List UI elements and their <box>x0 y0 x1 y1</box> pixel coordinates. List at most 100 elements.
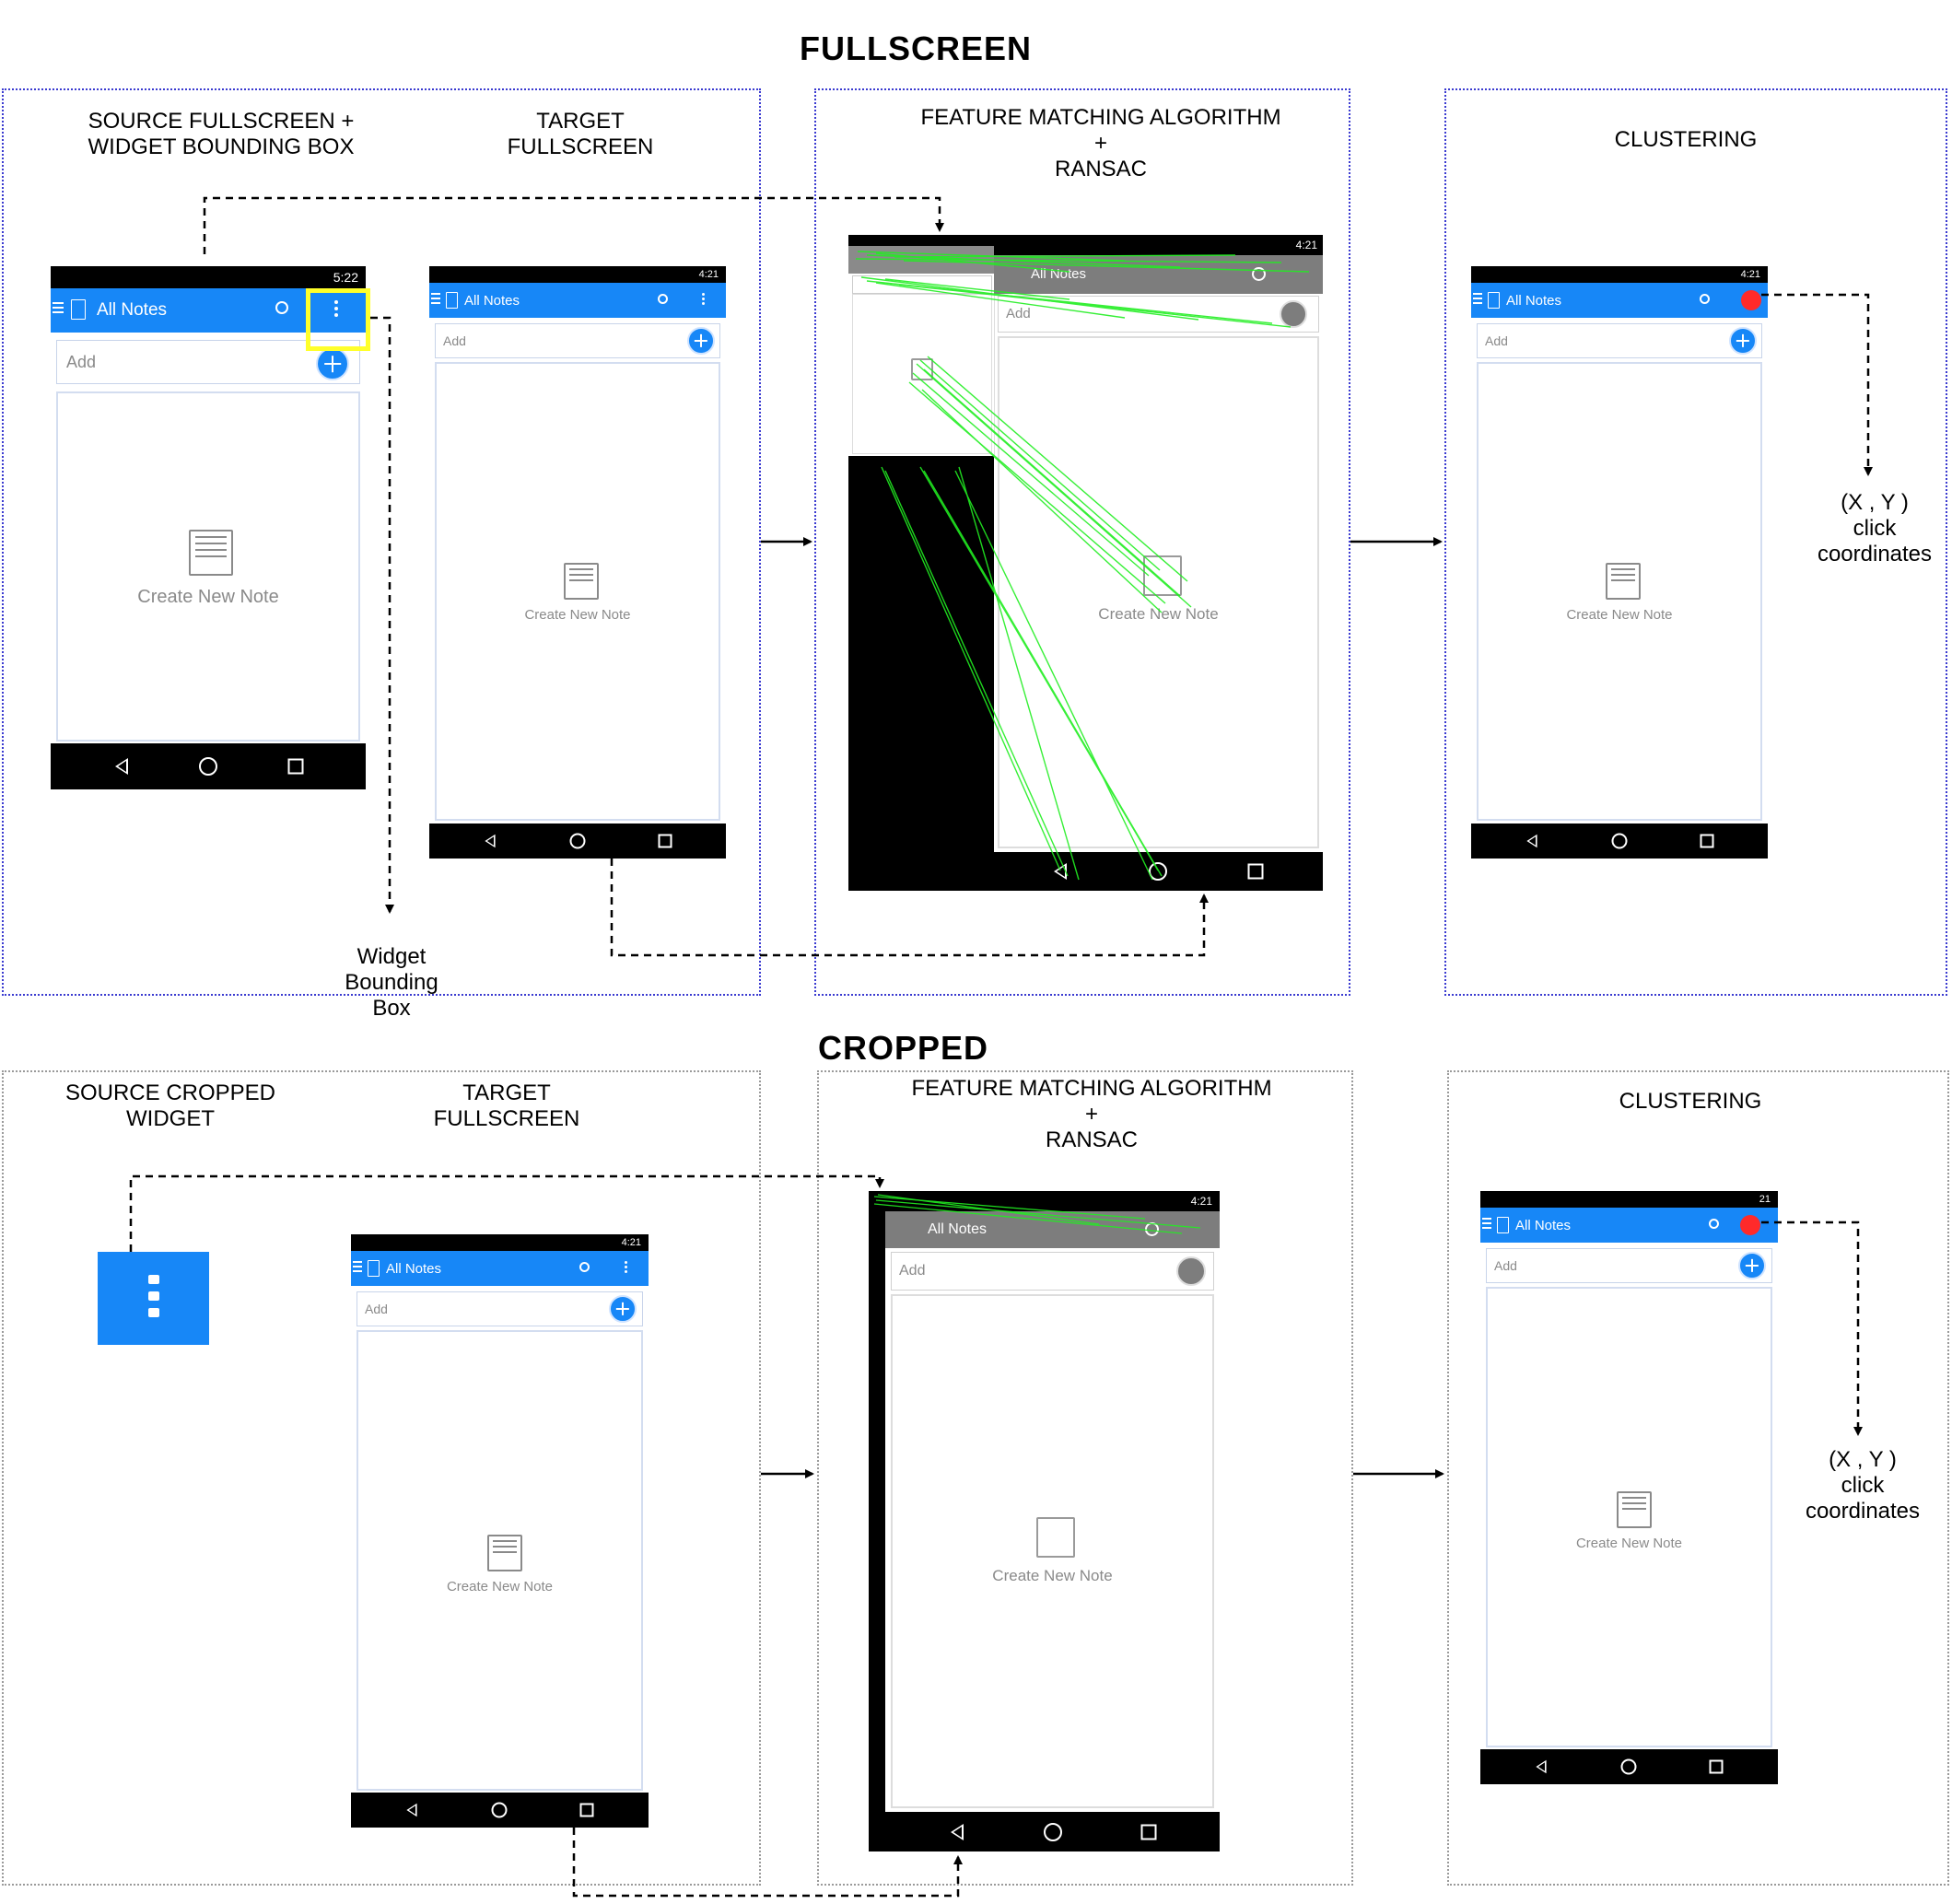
fullscreen-title: FULLSCREEN <box>800 29 1032 67</box>
cropped-widget-image <box>98 1252 209 1345</box>
add-note-button <box>1280 300 1307 328</box>
recents-icon[interactable] <box>287 758 304 775</box>
back-icon[interactable] <box>1536 1759 1547 1774</box>
notes-icon <box>446 292 458 309</box>
add-placeholder: Add <box>443 333 466 348</box>
overflow-menu-icon[interactable] <box>702 293 706 308</box>
source-fullscreen-screenshot: 5:22 All Notes Add Create New Note <box>51 266 370 789</box>
notes-list-area: Create New Note <box>357 1330 643 1791</box>
status-time: 4:21 <box>621 1237 641 1248</box>
note-icon <box>1143 555 1182 596</box>
app-bar: All Notes <box>351 1251 649 1286</box>
hamburger-icon[interactable] <box>353 1258 362 1275</box>
back-icon[interactable] <box>485 834 496 848</box>
search-icon[interactable] <box>1700 294 1710 304</box>
hamburger-icon[interactable] <box>1482 1215 1491 1232</box>
recents-icon[interactable] <box>658 834 672 848</box>
add-note-button[interactable] <box>609 1295 637 1323</box>
create-new-note-text: Create New Note <box>137 587 279 607</box>
notes-icon <box>71 299 86 320</box>
app-bar: All Notes <box>1480 1208 1778 1243</box>
app-title: All Notes <box>386 1261 442 1277</box>
add-note-input[interactable]: Add <box>435 323 720 358</box>
overflow-menu-icon[interactable] <box>625 1261 628 1276</box>
add-note-button[interactable] <box>1729 327 1757 355</box>
cropped-target-label: TARGET FULLSCREEN <box>433 1080 580 1131</box>
back-icon[interactable] <box>406 1803 417 1817</box>
overflow-dot-icon <box>147 1308 159 1317</box>
app-title: All Notes <box>928 1221 988 1237</box>
clustering-cropped-screenshot: 21 All Notes Add Create New Note <box>1480 1191 1778 1784</box>
navigation-bar <box>351 1793 649 1828</box>
back-icon <box>951 1823 964 1840</box>
add-placeholder: Add <box>1494 1258 1517 1273</box>
recents-icon[interactable] <box>579 1803 594 1817</box>
matched-target-image: 4:21 All Notes Add Create New Note <box>994 235 1323 891</box>
add-placeholder: Add <box>1006 306 1031 321</box>
app-title: All Notes <box>464 293 520 309</box>
back-icon[interactable] <box>115 758 128 775</box>
hamburger-icon[interactable] <box>1473 290 1482 307</box>
add-note-input[interactable]: Add <box>1486 1248 1772 1283</box>
search-icon[interactable] <box>579 1262 590 1272</box>
search-icon[interactable] <box>275 301 288 314</box>
home-icon[interactable] <box>1611 833 1628 849</box>
status-bar: 4:21 <box>351 1234 649 1251</box>
widget-bounding-box-label: Widget Bounding Box <box>345 944 438 1021</box>
home-icon[interactable] <box>569 833 586 849</box>
matched-source-image <box>848 235 995 456</box>
note-icon <box>1617 1491 1652 1528</box>
add-note-input[interactable]: Add <box>357 1291 643 1326</box>
app-title: All Notes <box>1031 266 1087 282</box>
cropped-feature-matching-visualization: 4:21 All Notes Add Create New Note <box>869 1191 1220 1851</box>
status-time: 21 <box>1759 1194 1771 1205</box>
home-icon[interactable] <box>491 1802 508 1818</box>
fullscreen-clustering-label: CLUSTERING <box>1614 127 1758 152</box>
note-icon <box>1036 1517 1075 1558</box>
home-icon <box>1149 862 1167 881</box>
add-note-button[interactable] <box>316 347 349 380</box>
create-new-note-text: Create New Note <box>524 607 631 623</box>
add-placeholder: Add <box>899 1263 926 1279</box>
navigation-bar <box>1471 824 1768 859</box>
recents-icon[interactable] <box>1700 834 1714 848</box>
status-time: 4:21 <box>1295 239 1317 251</box>
app-title: All Notes <box>97 300 168 320</box>
hamburger-icon[interactable] <box>53 299 64 316</box>
notes-icon <box>1488 292 1500 309</box>
overflow-dot-icon <box>147 1275 159 1284</box>
overflow-dot-icon <box>147 1291 159 1301</box>
create-new-note-text: Create New Note <box>992 1567 1113 1584</box>
add-note-button[interactable] <box>687 327 715 355</box>
add-note-input[interactable]: Add <box>1477 323 1762 358</box>
navigation-bar <box>1480 1749 1778 1784</box>
hamburger-icon[interactable] <box>431 290 440 307</box>
recents-icon[interactable] <box>1709 1759 1724 1774</box>
home-icon[interactable] <box>199 757 217 776</box>
create-new-note-text: Create New Note <box>1098 605 1219 623</box>
recents-icon <box>1247 863 1264 880</box>
search-icon[interactable] <box>1709 1219 1719 1229</box>
status-time: 5:22 <box>333 270 358 285</box>
status-bar: 4:21 <box>429 266 726 283</box>
notes-icon <box>1497 1217 1509 1233</box>
back-icon[interactable] <box>1526 834 1537 848</box>
note-icon <box>564 563 599 600</box>
add-placeholder: Add <box>365 1302 388 1316</box>
cropped-matching-label: FEATURE MATCHING ALGORITHM + RANSAC <box>911 1076 1272 1152</box>
search-icon[interactable] <box>658 294 668 304</box>
notes-list-area: Create New Note <box>56 391 360 742</box>
widget-bounding-box-highlight <box>306 288 370 351</box>
navigation-bar <box>429 824 726 859</box>
app-title: All Notes <box>1515 1218 1572 1233</box>
create-new-note-text: Create New Note <box>1566 607 1673 623</box>
create-new-note-text: Create New Note <box>1575 1536 1683 1551</box>
feature-matching-visualization: 4:21 All Notes Add Create New Note <box>848 235 1323 891</box>
status-bar: 21 <box>1480 1191 1778 1208</box>
home-icon[interactable] <box>1620 1758 1637 1775</box>
recents-icon <box>1140 1824 1157 1840</box>
status-bar: 5:22 <box>51 266 366 288</box>
add-note-button[interactable] <box>1738 1252 1766 1279</box>
add-placeholder: Add <box>1485 333 1508 348</box>
app-title: All Notes <box>1506 293 1562 309</box>
